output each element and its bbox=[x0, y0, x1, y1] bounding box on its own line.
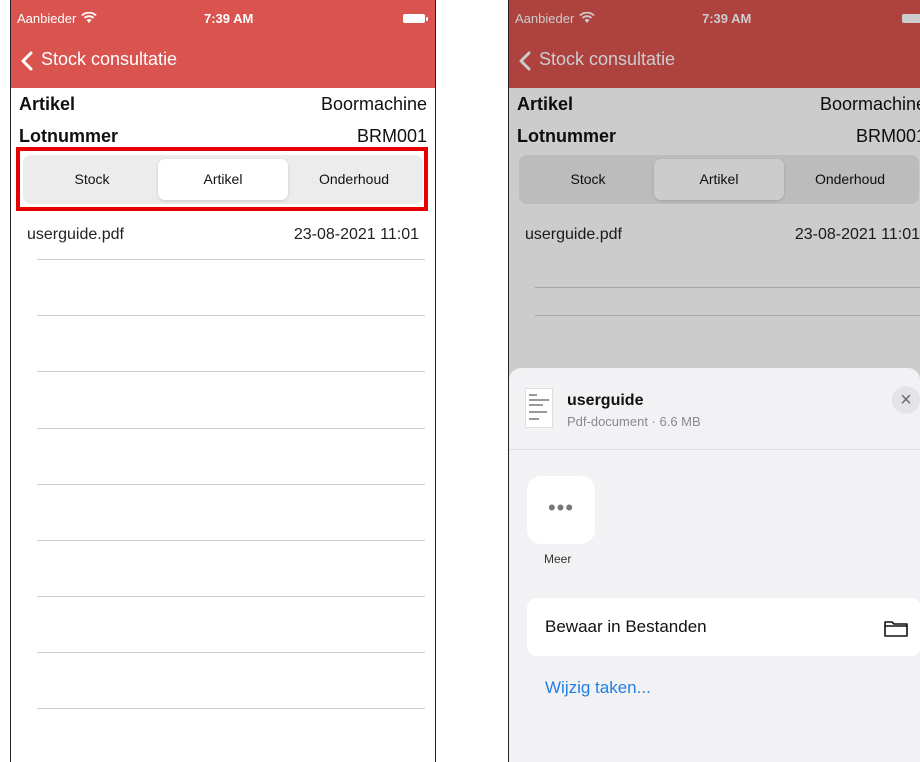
folder-icon bbox=[884, 621, 908, 637]
row-separator bbox=[37, 428, 425, 429]
nav-bar: Stock consultatie bbox=[509, 34, 920, 88]
file-date: 23-08-2021 11:01 bbox=[794, 226, 920, 243]
row-separator bbox=[535, 287, 920, 288]
tab-artikel[interactable]: Artikel bbox=[158, 159, 288, 200]
document-thumbnail-icon bbox=[525, 388, 553, 428]
battery-icon bbox=[403, 14, 428, 23]
tab-stock[interactable]: Stock bbox=[523, 159, 653, 200]
lot-label: Lotnummer bbox=[19, 126, 118, 146]
segmented-control: Stock Artikel Onderhoud bbox=[519, 155, 919, 204]
share-sheet: userguide Pdf-document · 6.6 MB × ••• Me… bbox=[509, 368, 920, 762]
carrier-label: Aanbieder bbox=[17, 11, 77, 26]
back-chevron-icon[interactable] bbox=[519, 51, 531, 71]
more-button[interactable]: ••• bbox=[527, 476, 595, 544]
row-separator bbox=[37, 371, 425, 372]
nav-back-title[interactable]: Stock consultatie bbox=[539, 49, 675, 70]
edit-actions-link[interactable]: Wijzig taken... bbox=[545, 678, 651, 698]
lot-label: Lotnummer bbox=[517, 126, 616, 146]
save-to-files-label: Bewaar in Bestanden bbox=[545, 617, 707, 636]
lot-value: BRM001 bbox=[356, 126, 427, 146]
row-separator bbox=[37, 708, 425, 709]
more-label: Meer bbox=[544, 552, 572, 566]
article-label: Artikel bbox=[517, 94, 574, 114]
status-time: 7:39 AM bbox=[702, 11, 752, 26]
tab-stock[interactable]: Stock bbox=[27, 159, 157, 200]
back-chevron-icon[interactable] bbox=[21, 51, 33, 71]
file-name[interactable]: userguide.pdf bbox=[525, 226, 622, 244]
wifi-icon bbox=[81, 12, 97, 23]
phone-screen-left: Aanbieder 7:39 AM Stock consultatie Arti… bbox=[10, 0, 436, 762]
row-separator bbox=[37, 315, 425, 316]
ellipsis-icon: ••• bbox=[547, 495, 575, 520]
status-bar: Aanbieder 7:39 AM bbox=[509, 0, 920, 34]
row-separator bbox=[37, 259, 425, 260]
share-sheet-title: userguide bbox=[567, 392, 644, 409]
nav-back-title[interactable]: Stock consultatie bbox=[41, 49, 177, 70]
save-to-files-button[interactable]: Bewaar in Bestanden bbox=[527, 598, 920, 656]
tab-onderhoud[interactable]: Onderhoud bbox=[289, 159, 419, 200]
article-value: Boormachine bbox=[320, 94, 427, 114]
tab-onderhoud[interactable]: Onderhoud bbox=[785, 159, 915, 200]
segmented-control: Stock Artikel Onderhoud bbox=[23, 155, 423, 204]
row-separator bbox=[37, 596, 425, 597]
battery-icon bbox=[902, 14, 920, 23]
row-separator bbox=[37, 652, 425, 653]
status-bar: Aanbieder 7:39 AM bbox=[11, 0, 435, 34]
carrier-label: Aanbieder bbox=[515, 11, 575, 26]
wifi-icon bbox=[579, 12, 595, 23]
article-label: Artikel bbox=[19, 94, 76, 114]
nav-bar: Stock consultatie bbox=[11, 34, 435, 88]
row-separator bbox=[535, 315, 920, 316]
row-separator bbox=[37, 484, 425, 485]
file-date: 23-08-2021 11:01 bbox=[293, 226, 419, 243]
share-sheet-subtitle: Pdf-document · 6.6 MB bbox=[567, 414, 701, 429]
share-sheet-header: userguide Pdf-document · 6.6 MB × bbox=[509, 368, 920, 450]
status-time: 7:39 AM bbox=[204, 11, 254, 26]
article-value: Boormachine bbox=[819, 94, 920, 114]
tab-artikel[interactable]: Artikel bbox=[654, 159, 784, 200]
close-icon[interactable]: × bbox=[892, 386, 920, 414]
row-separator bbox=[37, 540, 425, 541]
lot-value: BRM001 bbox=[855, 126, 920, 146]
file-name[interactable]: userguide.pdf bbox=[27, 226, 124, 244]
phone-screen-right: Aanbieder 7:39 AM Stock consultatie Arti… bbox=[508, 0, 920, 762]
